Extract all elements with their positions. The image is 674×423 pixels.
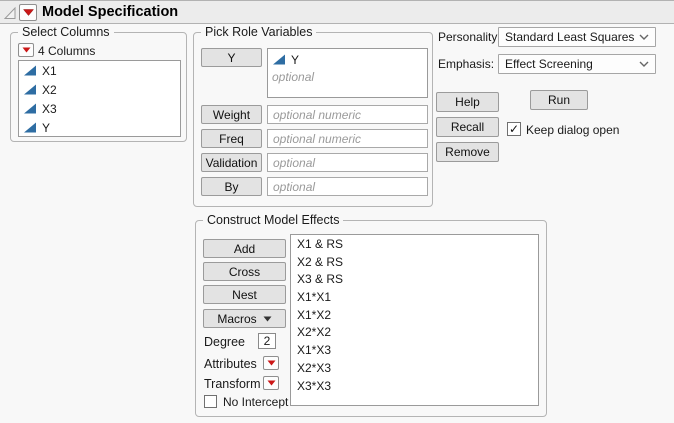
- continuous-column-icon: [23, 83, 37, 96]
- continuous-column-icon: [272, 53, 286, 66]
- y-role-item[interactable]: Y: [268, 49, 427, 68]
- columns-count-label: 4 Columns: [38, 44, 95, 58]
- select-columns-panel: Select Columns 4 Columns X1 X2 X3 Y: [10, 32, 187, 142]
- column-item[interactable]: X3: [19, 99, 180, 118]
- by-role-field[interactable]: [267, 177, 428, 196]
- run-button[interactable]: Run: [530, 90, 588, 110]
- effect-item[interactable]: X1*X2: [291, 308, 538, 326]
- red-triangle-icon: [267, 380, 276, 386]
- model-effects-listbox[interactable]: X1 & RS X2 & RS X3 & RS X1*X1 X1*X2 X2*X…: [290, 234, 539, 406]
- validation-role-field[interactable]: [267, 153, 428, 172]
- macros-menu-button[interactable]: Macros: [203, 309, 286, 328]
- no-intercept-checkbox[interactable]: [204, 395, 217, 408]
- y-role-listbox[interactable]: Y optional: [267, 48, 428, 98]
- emphasis-label: Emphasis:: [438, 57, 494, 71]
- black-triangle-down-icon: [263, 316, 272, 322]
- red-triangle-icon: [23, 9, 34, 16]
- degree-field[interactable]: [258, 333, 276, 349]
- attributes-label: Attributes: [204, 357, 257, 371]
- weight-role-button[interactable]: Weight: [201, 105, 262, 124]
- y-role-optional-hint: optional: [268, 68, 427, 85]
- weight-role-field[interactable]: [267, 105, 428, 124]
- no-intercept-label: No Intercept: [223, 395, 288, 409]
- effect-item[interactable]: X3 & RS: [291, 272, 538, 290]
- red-triangle-menu-button[interactable]: [19, 4, 37, 21]
- pick-role-variables-panel: Pick Role Variables Y Y optional Weight …: [193, 32, 433, 207]
- transform-red-triangle-button[interactable]: [263, 376, 279, 390]
- keep-dialog-open-label: Keep dialog open: [526, 123, 619, 137]
- personality-label: Personality:: [438, 30, 501, 44]
- keep-dialog-open-checkbox[interactable]: ✓: [507, 122, 521, 136]
- chevron-down-icon: [639, 60, 649, 68]
- fit-model-dialog: Model Specification Select Columns 4 Col…: [0, 0, 674, 423]
- columns-red-triangle-button[interactable]: [18, 43, 34, 57]
- effect-item[interactable]: X3*X3: [291, 379, 538, 397]
- continuous-column-icon: [23, 121, 37, 134]
- effect-item[interactable]: X2 & RS: [291, 255, 538, 273]
- degree-label: Degree: [204, 335, 245, 349]
- continuous-column-icon: [23, 64, 37, 77]
- columns-listbox[interactable]: X1 X2 X3 Y: [18, 60, 181, 137]
- construct-model-effects-label: Construct Model Effects: [203, 213, 343, 227]
- column-item[interactable]: Y: [19, 118, 180, 137]
- disclosure-triangle-icon[interactable]: [3, 6, 17, 20]
- effect-item[interactable]: X1 & RS: [291, 237, 538, 255]
- page-title: Model Specification: [42, 4, 178, 20]
- column-item[interactable]: X2: [19, 80, 180, 99]
- effect-item[interactable]: X2*X2: [291, 325, 538, 343]
- transform-label: Transform: [204, 377, 261, 391]
- continuous-column-icon: [23, 102, 37, 115]
- attributes-red-triangle-button[interactable]: [263, 356, 279, 370]
- cross-button[interactable]: Cross: [203, 262, 286, 281]
- y-role-button[interactable]: Y: [201, 48, 262, 67]
- effect-item[interactable]: X2*X3: [291, 361, 538, 379]
- outline-title-bar: Model Specification: [0, 0, 674, 24]
- validation-role-button[interactable]: Validation: [201, 153, 262, 172]
- column-item[interactable]: X1: [19, 61, 180, 80]
- freq-role-field[interactable]: [267, 129, 428, 148]
- effect-item[interactable]: X1*X1: [291, 290, 538, 308]
- by-role-button[interactable]: By: [201, 177, 262, 196]
- effect-item[interactable]: X1*X3: [291, 343, 538, 361]
- personality-dropdown[interactable]: Standard Least Squares: [498, 27, 656, 47]
- freq-role-button[interactable]: Freq: [201, 129, 262, 148]
- red-triangle-icon: [22, 47, 31, 53]
- add-button[interactable]: Add: [203, 239, 286, 258]
- remove-button[interactable]: Remove: [436, 142, 499, 162]
- nest-button[interactable]: Nest: [203, 285, 286, 304]
- recall-button[interactable]: Recall: [436, 117, 499, 137]
- red-triangle-icon: [267, 360, 276, 366]
- construct-model-effects-panel: Construct Model Effects Add Cross Nest M…: [195, 220, 547, 417]
- emphasis-dropdown[interactable]: Effect Screening: [498, 54, 656, 74]
- select-columns-label: Select Columns: [18, 25, 114, 39]
- help-button[interactable]: Help: [436, 92, 499, 112]
- chevron-down-icon: [639, 33, 649, 41]
- pick-role-variables-label: Pick Role Variables: [201, 25, 316, 39]
- checkmark-icon: ✓: [509, 123, 519, 135]
